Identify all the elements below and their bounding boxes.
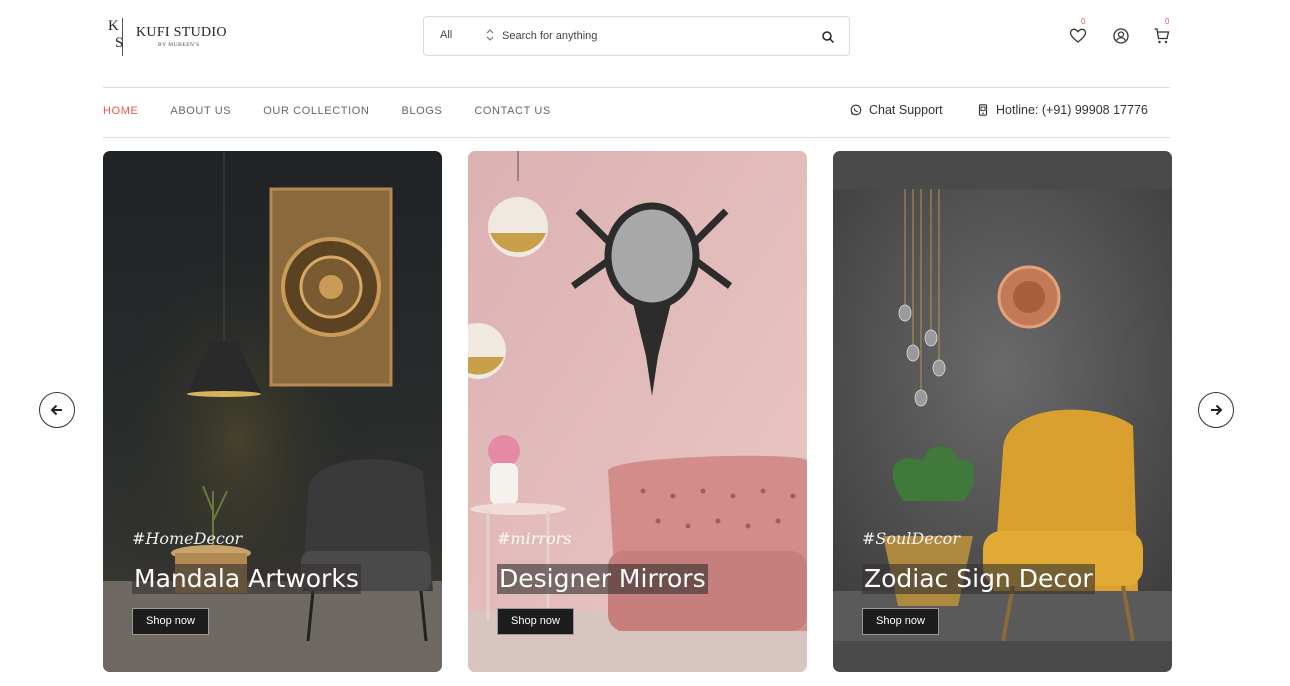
cart-icon[interactable] [1153,27,1171,45]
collection-card-zodiac[interactable]: #SoulDecor Zodiac Sign Decor Shop now [833,151,1172,672]
chat-support-label: Chat Support [869,103,943,117]
cart-count-badge: 0 [1165,17,1170,26]
collection-card-mirrors[interactable]: #mirrors Designer Mirrors Shop now [468,151,807,672]
logo-monogram-k: K [108,18,119,34]
nav-item-our-collection[interactable]: OUR COLLECTION [263,105,369,121]
card-title: Zodiac Sign Decor [862,564,1095,594]
nav-divider [103,137,1170,138]
logo-monogram: K S [106,18,130,56]
hotline[interactable]: Hotline: (+91) 99908 17776 [977,103,1148,117]
nav-item-contact-us[interactable]: CONTACT US [474,105,551,121]
nav-item-blogs[interactable]: BLOGS [401,105,442,121]
card-tag: #SoulDecor [862,529,960,548]
hotline-label: Hotline: (+91) 99908 17776 [996,103,1148,117]
nav-item-about-us[interactable]: ABOUT US [170,105,231,121]
arrow-left-icon [50,404,62,416]
collection-card-mandala[interactable]: #HomeDecor Mandala Artworks Shop now [103,151,442,672]
nav-item-home[interactable]: HOME [103,105,138,121]
user-icon[interactable] [1112,27,1130,45]
wishlist-count-badge: 0 [1081,17,1086,26]
carousel-prev-button[interactable] [39,392,75,428]
card-title: Designer Mirrors [497,564,708,594]
phone-icon [978,104,988,116]
search-bar: All [423,16,850,56]
card-tag: #HomeDecor [132,529,243,548]
arrow-right-icon [1211,404,1223,416]
whatsapp-icon [850,104,862,116]
shop-now-button[interactable]: Shop now [132,608,209,635]
search-icon[interactable] [821,30,835,44]
search-input[interactable] [502,25,802,47]
search-category-select[interactable]: All [440,29,452,41]
shop-now-button[interactable]: Shop now [497,608,574,635]
carousel-next-button[interactable] [1198,392,1234,428]
brand-name: KUFI STUDIO [136,25,227,40]
card-title: Mandala Artworks [132,564,361,594]
header-divider [103,87,1170,88]
heart-icon[interactable] [1069,27,1087,45]
brand-logo[interactable]: K S KUFI STUDIO BY MUBEEN'S [106,18,256,58]
logo-monogram-s: S [115,35,124,51]
chat-support-link[interactable]: Chat Support [850,103,943,117]
card-tag: #mirrors [497,529,572,548]
shop-now-button[interactable]: Shop now [862,608,939,635]
brand-tagline: BY MUBEEN'S [158,42,200,48]
main-nav: HOME ABOUT US OUR COLLECTION BLOGS CONTA… [103,105,583,121]
select-arrows-icon [486,29,494,41]
